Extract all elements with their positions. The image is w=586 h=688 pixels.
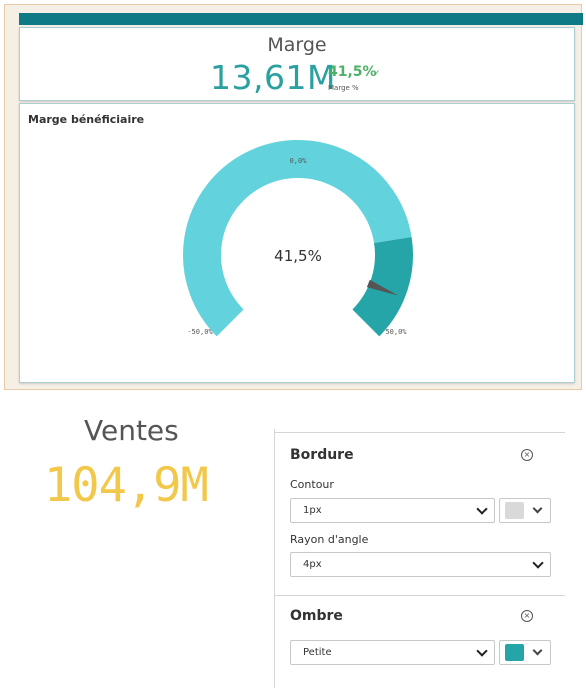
chevron-down-icon	[476, 503, 488, 515]
contour-label: Contour	[290, 478, 334, 491]
dashboard-header-bar	[19, 13, 583, 25]
chevron-down-icon	[532, 645, 543, 656]
contour-select-value: 1px	[303, 505, 322, 516]
marge-kpi-card[interactable]: Marge 13,61M 41,5% ✓ Marge %	[19, 27, 575, 101]
dashboard-preview: Marge 13,61M 41,5% ✓ Marge % Marge bénéf…	[4, 4, 583, 390]
gauge-value-label: 41,5%	[274, 247, 322, 265]
contour-select[interactable]: 1px	[290, 498, 495, 523]
radius-select-value: 4px	[303, 559, 322, 570]
properties-panel: Bordure × Contour 1px Rayon d'angle 4px …	[274, 429, 565, 688]
marge-gauge-card[interactable]: Marge bénéficiaire 41,5% 0,0% -50,0% 50,…	[19, 103, 575, 383]
ventes-title: Ventes	[84, 414, 179, 447]
ventes-value: 104,9M	[44, 458, 209, 513]
kpi-title: Marge	[267, 34, 327, 56]
border-section-title[interactable]: Bordure	[290, 447, 354, 463]
divider	[275, 432, 565, 433]
gauge-tick-label-mid: 0,0%	[290, 157, 308, 165]
color-swatch	[505, 644, 524, 661]
chevron-down-icon	[532, 503, 543, 514]
radius-label: Rayon d'angle	[290, 533, 369, 546]
shadow-select[interactable]: Petite	[290, 640, 495, 665]
chevron-down-icon	[476, 645, 488, 657]
reset-icon[interactable]: ×	[521, 449, 533, 461]
reset-icon[interactable]: ×	[521, 610, 533, 622]
shadow-section-title[interactable]: Ombre	[290, 608, 343, 624]
gauge-tick-label-min: -50,0%	[187, 328, 213, 336]
gauge-tick-label-max: 50,0%	[385, 328, 407, 336]
kpi-secondary-value: 41,5%	[328, 64, 377, 80]
check-icon: ✓	[373, 69, 381, 79]
chevron-down-icon	[532, 557, 544, 569]
contour-color-picker[interactable]	[499, 498, 551, 523]
gauge-chart: 41,5% 0,0% -50,0% 50,0%	[183, 140, 413, 337]
radius-select[interactable]: 4px	[290, 552, 551, 577]
divider	[275, 595, 565, 596]
shadow-color-picker[interactable]	[499, 640, 551, 665]
shadow-select-value: Petite	[303, 647, 332, 658]
kpi-value: 13,61M	[210, 58, 336, 97]
kpi-secondary-label: Marge %	[328, 84, 359, 92]
color-swatch	[505, 502, 524, 519]
